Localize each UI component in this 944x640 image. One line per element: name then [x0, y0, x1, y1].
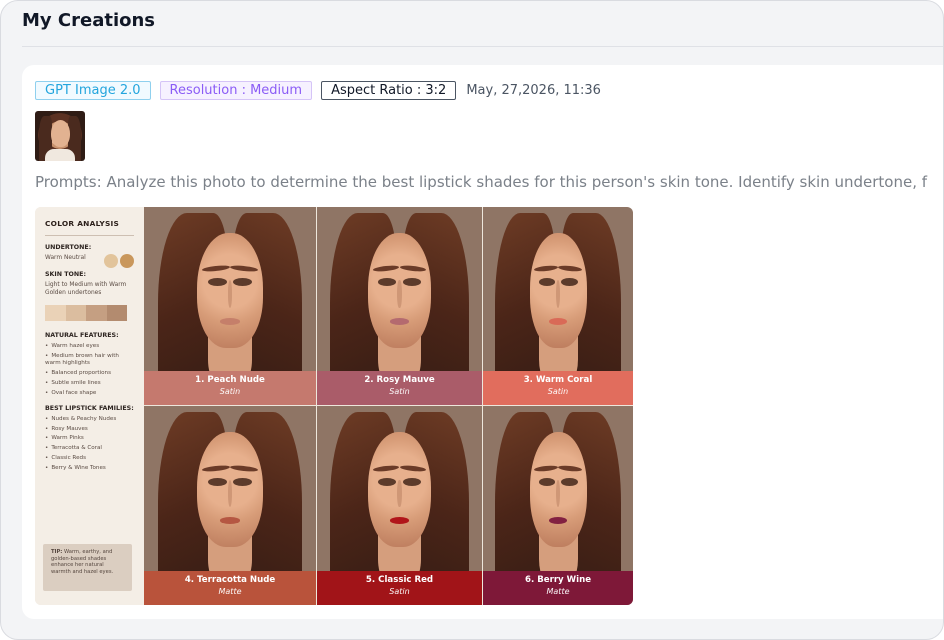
family-item: Classic Reds [45, 455, 134, 462]
skin-swatch [106, 305, 127, 322]
shade-name: 6. Berry Wine [524, 575, 592, 585]
eye [233, 477, 253, 486]
shade-caption: 2. Rosy Mauve Satin [317, 371, 482, 405]
undertone-swatches [104, 253, 134, 268]
family-item: Rosy Mauves [45, 426, 134, 433]
shade-finish: Matte [546, 586, 570, 596]
undertone-swatch-dark [120, 253, 134, 268]
eye [402, 477, 421, 486]
color-analysis-panel: COLOR ANALYSIS UNDERTONE: Warm Neutral S… [35, 207, 144, 605]
nose [397, 280, 402, 308]
eye [207, 477, 227, 486]
eye [378, 477, 397, 486]
skin-tone-label: SKIN TONE: [45, 271, 86, 279]
creation-meta: GPT Image 2.0 Resolution : Medium Aspect… [35, 81, 601, 100]
lips [389, 317, 410, 325]
lips [549, 317, 567, 325]
skin-tone-value: Light to Medium with Warm Golden underto… [45, 282, 127, 296]
lipstick-shade-grid: 1. Peach Nude Satin 2. Rosy Mauve Satin [144, 207, 633, 605]
nose [556, 479, 560, 508]
tip-label: TIP: [51, 549, 63, 555]
nose [397, 479, 402, 508]
resolution-tag: Resolution : Medium [159, 81, 313, 100]
shade-name: 4. Terracotta Nude [184, 575, 276, 585]
feature-item: Warm hazel eyes [45, 343, 134, 350]
family-item: Nudes & Peachy Nudes [45, 416, 134, 423]
creation-card: GPT Image 2.0 Resolution : Medium Aspect… [22, 65, 943, 619]
natural-features-list: Warm hazel eyes Medium brown hair with w… [45, 343, 134, 397]
eye [207, 278, 227, 287]
eye [538, 477, 555, 486]
shade-name: 3. Warm Coral [523, 375, 593, 385]
generated-image[interactable]: COLOR ANALYSIS UNDERTONE: Warm Neutral S… [35, 207, 633, 605]
shade-name: 1. Peach Nude [195, 375, 265, 385]
lipstick-families-label: BEST LIPSTICK FAMILIES: [45, 404, 134, 412]
shade-name: 5. Classic Red [365, 575, 434, 585]
analysis-title: COLOR ANALYSIS [45, 219, 120, 228]
thumbnail-shoulders [45, 149, 75, 161]
shade-finish: Satin [219, 386, 241, 396]
skin-swatch [86, 305, 107, 322]
natural-features-label: NATURAL FEATURES: [45, 332, 119, 340]
thumbnail-face [51, 120, 70, 147]
feature-item: Medium brown hair with warm highlights [45, 353, 134, 367]
shade-name: 2. Rosy Mauve [364, 375, 435, 385]
shade-caption: 4. Terracotta Nude Matte [144, 571, 316, 605]
skin-swatch [65, 305, 86, 322]
shade-tile[interactable]: 6. Berry Wine Matte [483, 406, 633, 605]
undertone-value: Warm Neutral [45, 254, 86, 261]
lips [219, 317, 241, 325]
shade-caption: 6. Berry Wine Matte [483, 571, 633, 605]
eye [561, 477, 578, 486]
shade-finish: Satin [389, 586, 410, 596]
eye [561, 278, 578, 287]
feature-item: Subtle smile lines [45, 380, 134, 387]
undertone-row: Warm Neutral [45, 253, 134, 272]
model-tag: GPT Image 2.0 [35, 81, 151, 100]
feature-item: Balanced proportions [45, 370, 134, 377]
source-photo-thumbnail[interactable] [35, 111, 85, 161]
shade-finish: Satin [547, 386, 569, 396]
shade-caption: 3. Warm Coral Satin [483, 371, 633, 405]
prompt-text: Prompts: Analyze this photo to determine… [35, 173, 928, 191]
family-item: Berry & Wine Tones [45, 465, 134, 472]
skin-tone-swatches [45, 305, 127, 322]
shade-tile[interactable]: 4. Terracotta Nude Matte [144, 406, 316, 605]
aspect-ratio-tag: Aspect Ratio : 3:2 [321, 81, 457, 100]
family-item: Warm Pinks [45, 435, 134, 442]
shade-tile[interactable]: 1. Peach Nude Satin [144, 207, 316, 405]
undertone-label: UNDERTONE: [45, 244, 92, 251]
undertone-swatch-light [104, 253, 118, 268]
tip-box: TIP: Warm, earthy, and golden-based shad… [43, 544, 132, 591]
creation-date: May, 27,2026, 11:36 [466, 83, 601, 98]
shade-finish: Satin [389, 386, 410, 396]
feature-item: Oval face shape [45, 390, 134, 397]
page-title: My Creations [22, 10, 156, 31]
shade-caption: 1. Peach Nude Satin [144, 371, 316, 405]
nose [556, 280, 560, 308]
shade-finish: Matte [218, 586, 242, 596]
skin-swatch [45, 305, 66, 322]
creations-panel: My Creations GPT Image 2.0 Resolution : … [0, 0, 944, 640]
shade-caption: 5. Classic Red Satin [317, 571, 482, 605]
shade-tile[interactable]: 5. Classic Red Satin [317, 406, 482, 605]
analysis-divider [45, 235, 134, 236]
shade-tile[interactable]: 3. Warm Coral Satin [483, 207, 633, 405]
shade-tile[interactable]: 2. Rosy Mauve Satin [317, 207, 482, 405]
title-divider [22, 46, 943, 47]
lipstick-families-list: Nudes & Peachy Nudes Rosy Mauves Warm Pi… [45, 416, 134, 473]
family-item: Terracotta & Coral [45, 445, 134, 452]
